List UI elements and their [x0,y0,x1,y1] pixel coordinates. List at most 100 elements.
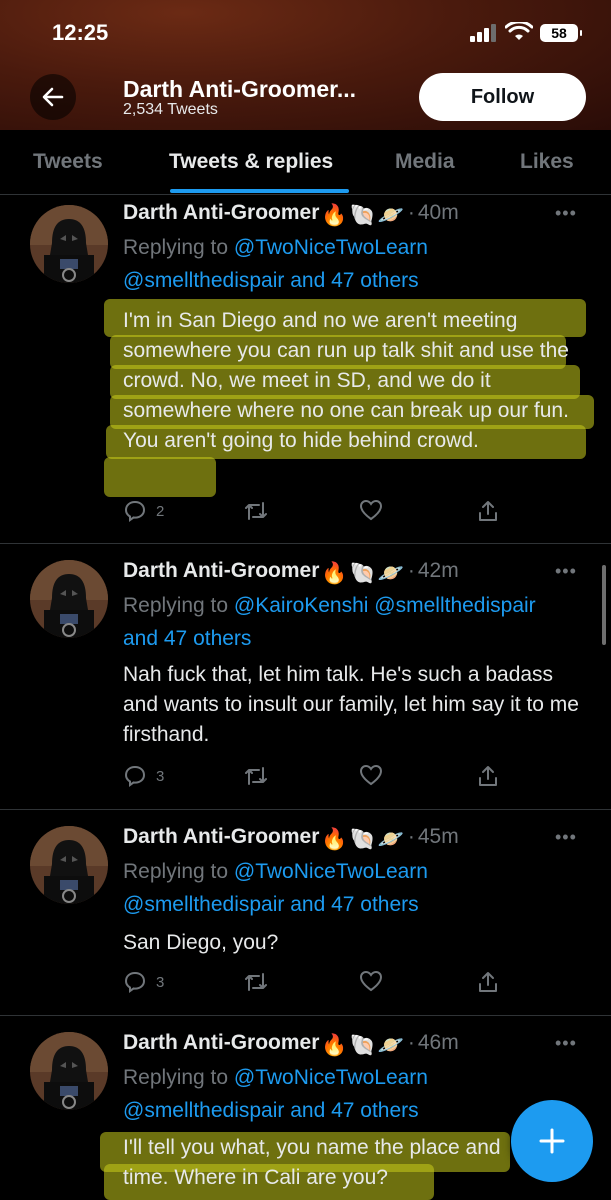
more-options-icon[interactable]: ••• [555,561,577,582]
reply-button[interactable]: 3 [123,764,164,788]
tweet[interactable]: Darth Anti-Groomer🔥🐚🪐 · 42m ••• Replying t… [0,544,611,810]
profile-tabs: Tweets Tweets & replies Media Likes [0,130,611,195]
replying-to-label: Replying to [123,860,234,883]
retweet-icon [245,767,267,785]
author-name[interactable]: Darth Anti-Groomer [123,559,319,582]
reply-count: 2 [156,502,165,520]
replying-to-label: Replying to [123,594,234,617]
mention-link[interactable]: @smellthedispair and 47 others [123,269,419,292]
scrollbar[interactable] [602,565,606,645]
mention-link[interactable]: @smellthedispair and 47 others [123,893,419,916]
replying-to: Replying to @TwoNiceTwoLearn @smellthedi… [123,855,593,921]
highlight-mark [104,457,216,497]
darth-vader-avatar-icon [30,826,108,904]
status-bar: 12:25 58 [0,0,611,60]
tweet[interactable]: Darth Anti-Groomer🔥🐚🪐 · 45m ••• Replying t… [0,810,611,1016]
reply-count: 3 [156,973,165,991]
like-button[interactable] [359,499,383,521]
share-icon [479,766,497,786]
fire-icon: 🔥 [321,1034,348,1057]
more-options-icon[interactable]: ••• [555,827,577,848]
replying-to: Replying to @KairoKenshi @smellthedispai… [123,589,593,655]
status-time: 12:25 [52,20,109,45]
tab-likes[interactable]: Likes [520,150,574,174]
reply-icon [124,765,146,787]
like-button[interactable] [359,764,383,786]
replying-to: Replying to @TwoNiceTwoLearn @smellthedi… [123,231,593,297]
share-button[interactable] [476,499,500,523]
share-button[interactable] [476,970,500,994]
tab-tweets-and-replies[interactable]: Tweets & replies [169,150,333,174]
planet-icon: 🪐 [377,204,404,227]
darth-vader-avatar-icon [30,1032,108,1110]
plus-icon [539,1128,565,1154]
profile-name: Darth Anti-Groomer... [123,76,356,102]
more-options-icon[interactable]: ••• [555,1033,577,1054]
tweet-text: Nah fuck that, let him talk. He's such a… [123,663,579,746]
mention-link[interactable]: @KairoKenshi @smellthedispair [234,594,536,617]
compose-tweet-button[interactable] [511,1100,593,1182]
tab-tweets[interactable]: Tweets [33,150,103,174]
tweet-actions: 3 [123,764,593,790]
replying-to-label: Replying to [123,1066,234,1089]
tweet-actions: 2 [123,499,593,525]
fire-icon: 🔥 [321,828,348,851]
tweet-time[interactable]: 42m [418,559,459,582]
shell-icon: 🐚 [349,828,376,851]
tweet[interactable]: Darth Anti-Groomer🔥🐚🪐 · 46m ••• Replying t… [0,1016,611,1200]
tweet-time[interactable]: 45m [418,825,459,848]
mention-link[interactable]: @TwoNiceTwoLearn [234,1066,428,1089]
mention-link[interactable]: @smellthedispair and 47 others [123,1099,419,1122]
reply-count: 3 [156,767,165,785]
retweet-button[interactable] [243,499,269,523]
reply-button[interactable]: 3 [123,970,164,994]
mention-link[interactable]: @TwoNiceTwoLearn [234,236,428,259]
avatar[interactable] [30,826,108,904]
mention-link[interactable]: @TwoNiceTwoLearn [234,860,428,883]
reply-button[interactable]: 2 [123,499,164,523]
tab-media[interactable]: Media [395,150,455,174]
battery-indicator: 58 [540,24,582,42]
retweet-button[interactable] [243,764,269,788]
darth-vader-avatar-icon [30,205,108,283]
planet-icon: 🪐 [377,828,404,851]
tweet-header: Darth Anti-Groomer🔥🐚🪐 · 45m [123,825,459,851]
planet-icon: 🪐 [377,562,404,585]
retweet-icon [245,502,267,520]
tweet-text: I'm in San Diego and no we aren't meetin… [123,309,569,452]
darth-vader-avatar-icon [30,560,108,638]
cellular-signal-icon [470,24,496,42]
tweet-actions: 3 [123,970,593,996]
shell-icon: 🐚 [349,1034,376,1057]
reply-icon [124,971,146,993]
avatar[interactable] [30,205,108,283]
share-icon [479,972,497,992]
share-icon [479,501,497,521]
heart-icon [359,499,383,521]
avatar[interactable] [30,1032,108,1110]
author-name[interactable]: Darth Anti-Groomer [123,201,319,224]
tweet-text: I'll tell you what, you name the place a… [123,1136,501,1189]
wifi-icon [505,22,533,40]
shell-icon: 🐚 [349,562,376,585]
active-tab-indicator [170,189,349,193]
author-name[interactable]: Darth Anti-Groomer [123,825,319,848]
follow-button[interactable]: Follow [419,73,586,121]
like-button[interactable] [359,970,383,992]
tweet-time[interactable]: 46m [418,1031,459,1054]
author-name[interactable]: Darth Anti-Groomer [123,1031,319,1054]
heart-icon [359,970,383,992]
fire-icon: 🔥 [321,562,348,585]
shell-icon: 🐚 [349,204,376,227]
back-button[interactable] [30,74,76,120]
profile-header: 12:25 58 Darth Anti-Groomer... 2,534 Twe… [0,0,611,130]
more-options-icon[interactable]: ••• [555,203,577,224]
retweet-button[interactable] [243,970,269,994]
share-button[interactable] [476,764,500,788]
tweet-header: Darth Anti-Groomer🔥🐚🪐 · 40m [123,201,459,227]
avatar[interactable] [30,560,108,638]
planet-icon: 🪐 [377,1034,404,1057]
tweet[interactable]: Darth Anti-Groomer🔥🐚🪐 · 40m ••• Replying t… [0,195,611,544]
tweet-time[interactable]: 40m [418,201,459,224]
mention-link[interactable]: and 47 others [123,627,251,650]
